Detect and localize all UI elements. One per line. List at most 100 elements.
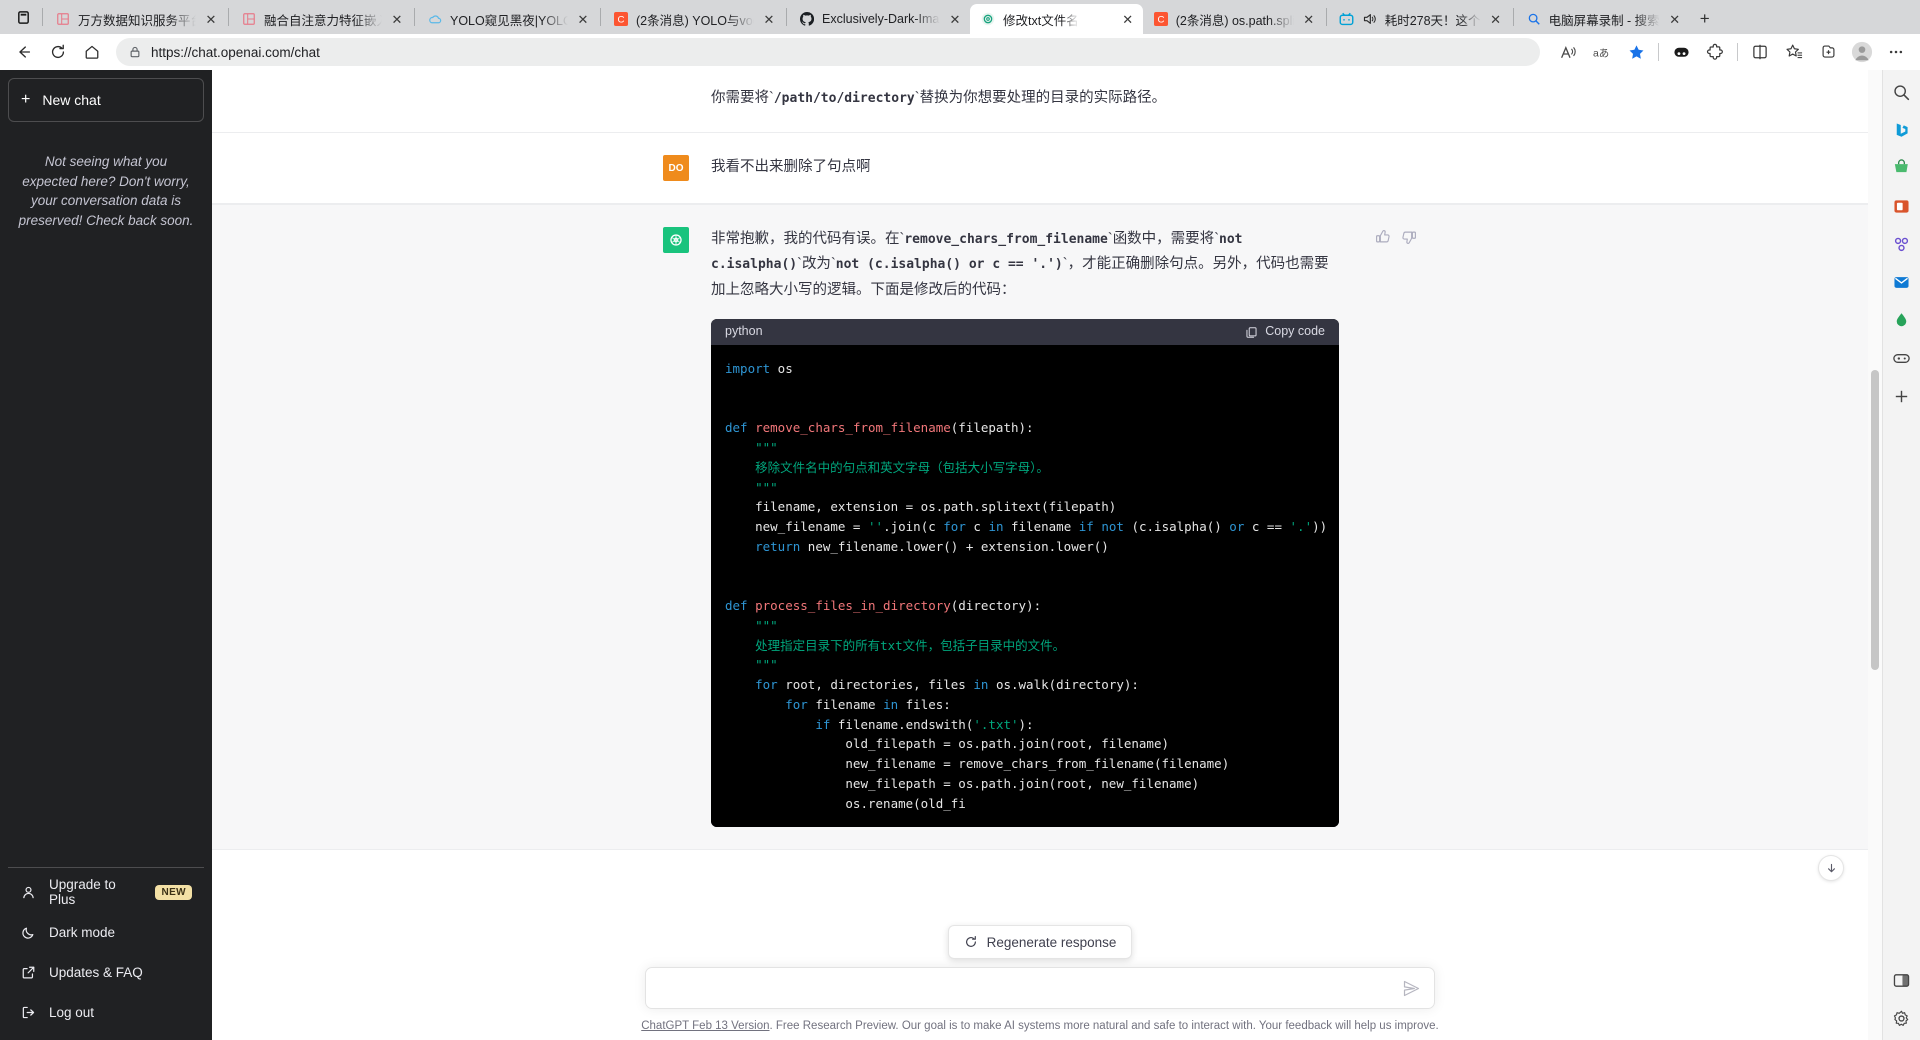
sidebar-bottom-menu: Upgrade to Plus NEW Dark mode Updates & … (8, 867, 204, 1032)
read-aloud-icon[interactable] (1552, 37, 1584, 67)
add-collection-icon[interactable] (1812, 37, 1844, 67)
toolbar-separator (1737, 43, 1738, 61)
conversation-column: 你需要将`/path/to/directory`替换为你想要处理的目录的实际路径… (212, 70, 1868, 1040)
star-filled-icon[interactable] (1620, 37, 1652, 67)
close-icon[interactable]: ✕ (761, 11, 777, 27)
sidebar-item-updates-faq[interactable]: Updates & FAQ (8, 952, 204, 992)
office-icon[interactable] (1888, 192, 1916, 220)
split-view-icon[interactable] (1888, 966, 1916, 994)
composer-row (212, 967, 1868, 1009)
code-block-header: python Copy code (711, 319, 1339, 346)
close-icon[interactable]: ✕ (1301, 11, 1317, 27)
conversation-scroll-area: 你需要将`/path/to/directory`替换为你想要处理的目录的实际路径… (212, 70, 1868, 967)
profile-avatar-icon[interactable] (1846, 37, 1878, 67)
favorites-icon[interactable] (1778, 37, 1810, 67)
scrollbar-thumb[interactable] (1871, 370, 1879, 670)
home-icon[interactable] (76, 37, 108, 67)
tab-title: Exclusively-Dark-Image (822, 12, 940, 26)
tab-title: (2条消息) os.path.splite (1175, 13, 1294, 28)
browser-tab-5-active[interactable]: 修改txt文件名 ✕ (970, 4, 1143, 34)
address-bar[interactable]: https://chat.openai.com/chat (116, 38, 1540, 66)
browser-tab-0[interactable]: 万方数据知识服务平台 ✕ (45, 4, 226, 34)
browser-tab-1[interactable]: 融合自注意力特征嵌入 ✕ (231, 4, 412, 34)
cloud-icon (427, 11, 443, 27)
message-actions (1361, 227, 1417, 827)
code-language-label: python (725, 324, 763, 339)
drop-icon[interactable] (1888, 306, 1916, 334)
outlook-icon[interactable] (1888, 268, 1916, 296)
more-options-icon[interactable] (1880, 37, 1912, 67)
tab-actions-icon[interactable] (6, 0, 40, 34)
bing-chat-icon[interactable] (1888, 116, 1916, 144)
code-line: old_filepath = os.path.join(root, filena… (725, 736, 1170, 752)
refresh-icon (964, 935, 978, 949)
copy-code-button[interactable]: Copy code (1245, 321, 1325, 343)
new-tab-button[interactable]: + (1690, 4, 1720, 34)
sidebar-item-log-out[interactable]: Log out (8, 992, 204, 1032)
sidebar-item-dark-mode[interactable]: Dark mode (8, 912, 204, 952)
regenerate-response-label: Regenerate response (986, 934, 1117, 950)
send-icon[interactable] (1403, 980, 1420, 997)
csdn-icon: C (613, 11, 629, 27)
collections-icon[interactable] (1665, 37, 1697, 67)
thumbs-up-icon[interactable] (1375, 229, 1391, 245)
code-line: """ (725, 479, 778, 495)
scroll-to-bottom-button[interactable] (1818, 855, 1844, 881)
pink-doc-icon (55, 11, 71, 27)
sidebar-item-upgrade-to-plus[interactable]: Upgrade to Plus NEW (8, 872, 204, 912)
external-link-icon (20, 964, 36, 980)
regenerate-response-button[interactable]: Regenerate response (947, 925, 1133, 959)
tab-title: YOLO窥见黑夜|YOLO in (450, 13, 568, 28)
browser-tab-3[interactable]: C (2条消息) YOLO与voc标 ✕ (603, 4, 784, 34)
code-line: 移除文件名中的句点和英文字母（包括大小写字母）。 (725, 459, 1049, 475)
search-icon[interactable] (1888, 78, 1916, 106)
page-scrollbar[interactable] (1868, 70, 1882, 1040)
search-icon (1526, 11, 1542, 27)
code-block-body[interactable]: import os def remove_chars_from_filename… (711, 345, 1339, 828)
settings-gear-icon[interactable] (1888, 1004, 1916, 1032)
browser-tab-4[interactable]: Exclusively-Dark-Image ✕ (789, 4, 970, 34)
browser-tab-2[interactable]: YOLO窥见黑夜|YOLO in ✕ (417, 4, 598, 34)
browser-tab-6[interactable]: C (2条消息) os.path.splite ✕ (1143, 4, 1324, 34)
version-link[interactable]: ChatGPT Feb 13 Version (641, 1020, 769, 1032)
add-icon[interactable] (1888, 382, 1916, 410)
back-arrow-icon[interactable] (8, 37, 40, 67)
shopping-icon[interactable] (1888, 154, 1916, 182)
close-icon[interactable]: ✕ (389, 11, 405, 27)
thumbs-down-icon[interactable] (1401, 229, 1417, 245)
tab-audio-playing-icon[interactable] (1362, 11, 1378, 27)
extensions-icon[interactable] (1699, 37, 1731, 67)
code-line: new_filename = ''.join(c for c in filena… (725, 519, 1328, 535)
tools-icon[interactable] (1888, 230, 1916, 258)
browser-tab-7[interactable]: 耗时278天！这个 ✕ (1329, 4, 1511, 34)
translate-icon[interactable]: aあ (1586, 37, 1618, 67)
sidebar-item-label: Upgrade to Plus (49, 877, 116, 907)
toolbar-right-actions: aあ (1552, 37, 1912, 67)
logout-icon (20, 1004, 36, 1020)
tab-separator (600, 8, 601, 26)
new-chat-button[interactable]: + New chat (8, 78, 204, 122)
close-icon[interactable]: ✕ (1488, 11, 1504, 27)
close-icon[interactable]: ✕ (575, 11, 591, 27)
refresh-icon[interactable] (42, 37, 74, 67)
chat-input[interactable] (660, 980, 1403, 996)
message-assistant: 非常抱歉，我的代码有误。在`remove_chars_from_filename… (212, 204, 1868, 851)
code-line: new_filename = remove_chars_from_filenam… (725, 756, 1230, 772)
edge-sidebar (1882, 70, 1920, 1040)
close-icon[interactable]: ✕ (1120, 11, 1136, 27)
close-icon[interactable]: ✕ (203, 11, 219, 27)
split-screen-icon[interactable] (1744, 37, 1776, 67)
games-icon[interactable] (1888, 344, 1916, 372)
close-icon[interactable]: ✕ (1667, 11, 1683, 27)
browser-tab-8[interactable]: 电脑屏幕录制 - 搜索 ✕ (1516, 4, 1690, 34)
partial-text-before: 你需要将 (711, 90, 769, 106)
composer-area: ChatGPT Feb 13 Version. Free Research Pr… (212, 967, 1868, 1040)
close-icon[interactable]: ✕ (947, 11, 963, 27)
chat-composer[interactable] (645, 967, 1435, 1009)
code-line: for root, directories, files in os.walk(… (755, 677, 1139, 693)
